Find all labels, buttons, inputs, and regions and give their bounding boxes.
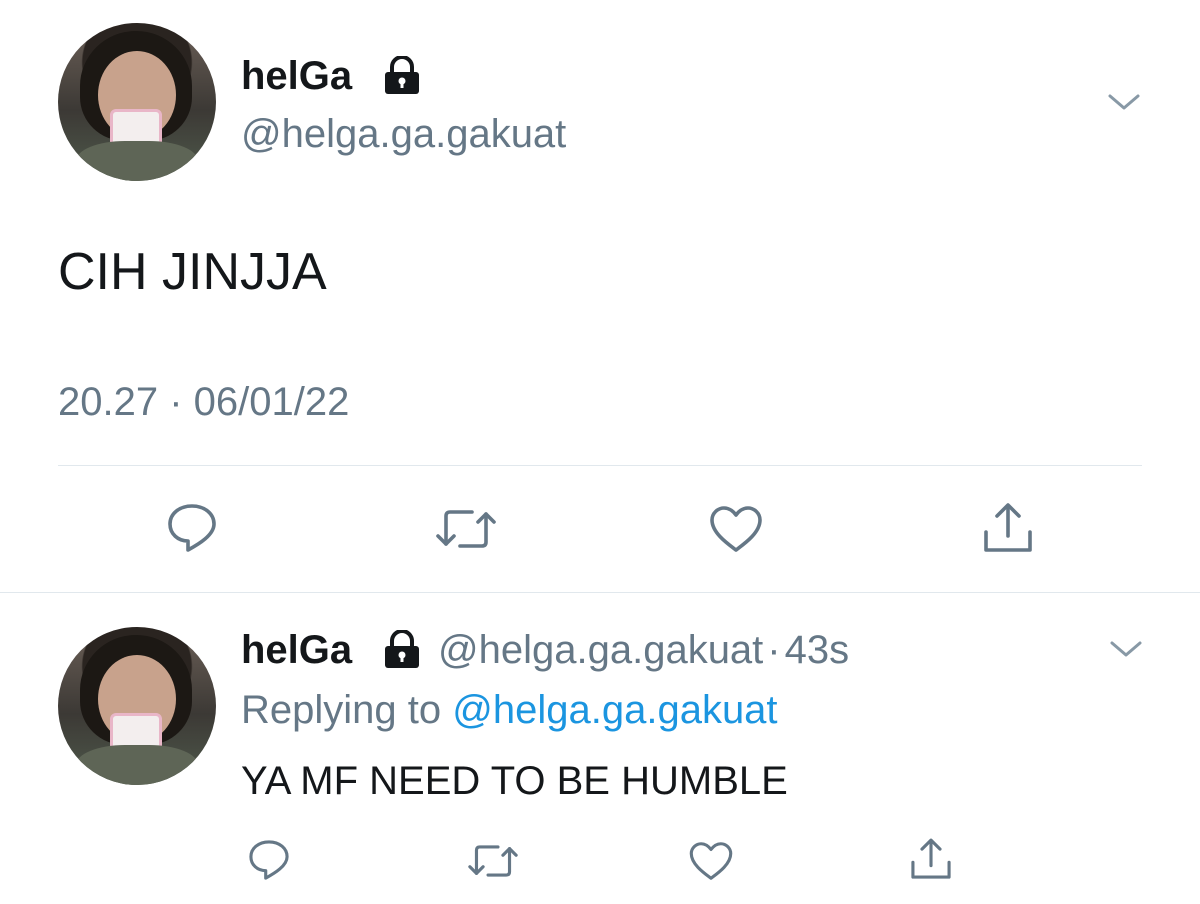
handle[interactable]: @helga.ga.gakuat: [241, 110, 566, 158]
like-button[interactable]: [708, 504, 764, 554]
share-button[interactable]: [908, 836, 954, 882]
handle[interactable]: @helga.ga.gakuat: [438, 628, 763, 672]
like-icon: [688, 840, 734, 882]
lock-icon: [380, 55, 424, 96]
reply-icon: [164, 502, 220, 554]
reply-meta: @helga.ga.gakuat · 43s: [438, 626, 849, 674]
avatar[interactable]: [58, 627, 216, 785]
retweet-button[interactable]: [466, 842, 520, 880]
time-ago[interactable]: 43s: [785, 628, 850, 672]
divider: [58, 465, 1142, 466]
display-name[interactable]: helGa: [241, 52, 352, 100]
display-name[interactable]: helGa: [241, 628, 352, 672]
divider: [0, 592, 1200, 593]
retweet-icon: [434, 506, 498, 552]
replying-handle-link[interactable]: @helga.ga.gakuat: [452, 688, 777, 732]
chevron-down-icon[interactable]: [1106, 90, 1142, 114]
share-icon: [980, 500, 1036, 556]
tweet-text: YA MF NEED TO BE HUMBLE: [241, 759, 788, 803]
avatar[interactable]: [58, 23, 216, 181]
share-button[interactable]: [980, 500, 1036, 556]
reply-button[interactable]: [164, 502, 220, 554]
reply-button[interactable]: [246, 838, 292, 882]
share-icon: [908, 836, 954, 882]
lock-icon: [380, 629, 424, 670]
display-name-text: helGa: [241, 54, 353, 98]
replying-prefix: Replying to: [241, 688, 442, 732]
reply-icon: [246, 838, 292, 882]
retweet-button[interactable]: [434, 506, 498, 552]
retweet-icon: [466, 842, 520, 880]
timestamp[interactable]: 20.27 · 06/01/22: [58, 378, 349, 426]
like-icon: [708, 504, 764, 554]
like-button[interactable]: [688, 840, 734, 882]
chevron-down-icon[interactable]: [1108, 637, 1144, 661]
replying-to: Replying to @helga.ga.gakuat: [241, 686, 778, 734]
reply-header: helGa: [241, 626, 352, 674]
separator: ·: [767, 628, 781, 672]
tweet-text: CIH JINJJA: [58, 243, 327, 301]
